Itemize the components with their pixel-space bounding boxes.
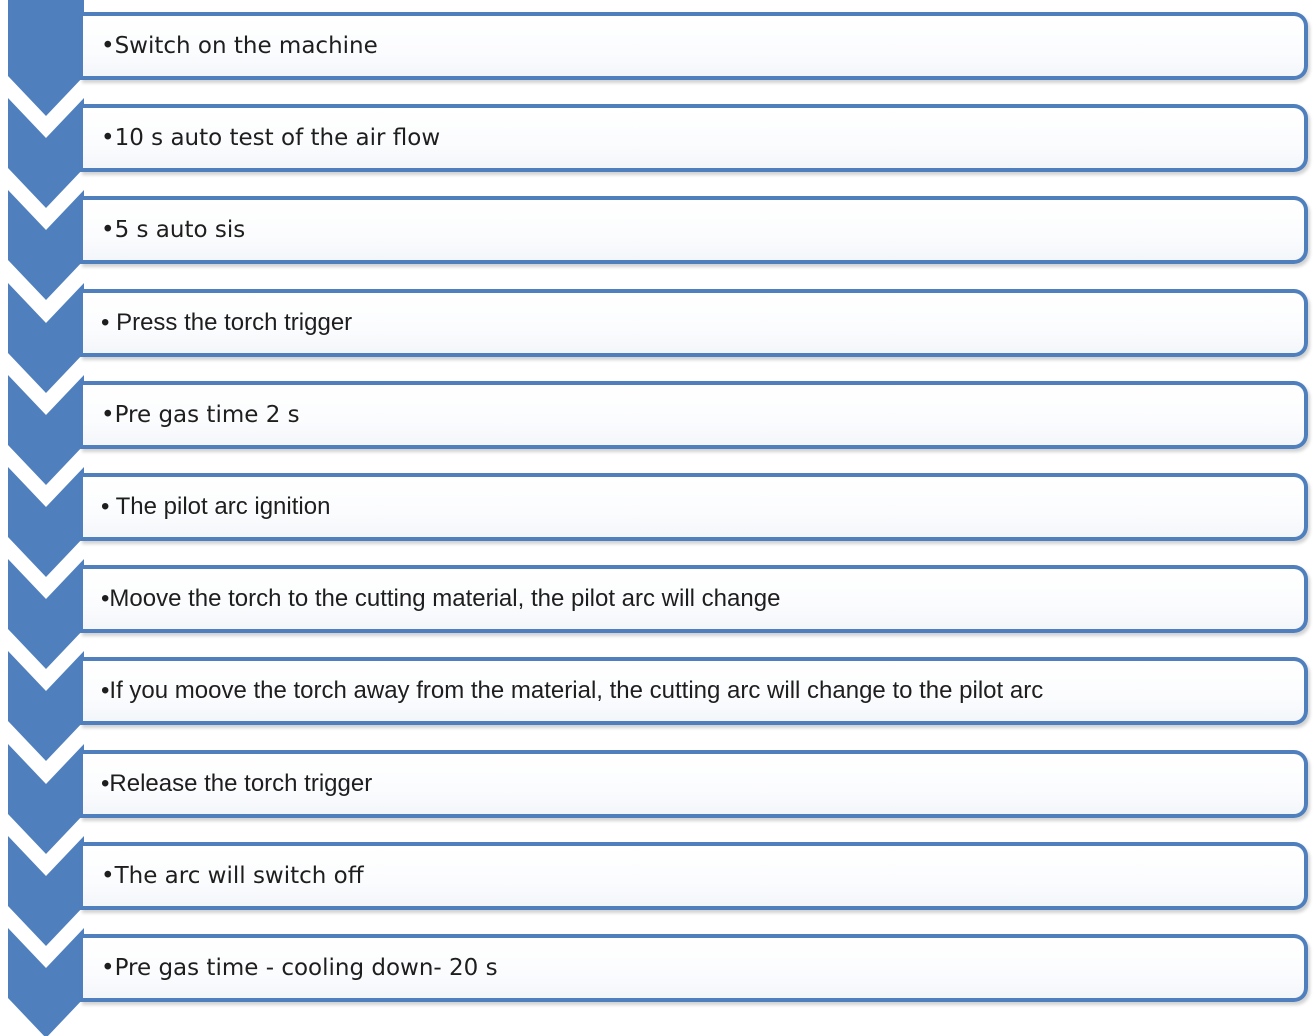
step-box: • The pilot arc ignition [80,473,1308,541]
step-box: •10 s auto test of the air flow [80,104,1308,172]
step-label: •The arc will switch off [101,863,364,889]
step-label: •5 s auto sis [101,217,246,243]
step-box: •Moove the torch to the cutting material… [80,565,1308,633]
step-label: •10 s auto test of the air flow [101,125,441,151]
step-label: •Pre gas time - cooling down- 20 s [101,955,498,981]
step-box: • Press the torch trigger [80,289,1308,357]
step-label: •Release the torch trigger [101,770,373,797]
chevron-arrow-icon [8,0,84,116]
step-box: •The arc will switch off [80,842,1308,910]
step-label: •Switch on the machine [101,33,378,59]
step-label: • The pilot arc ignition [101,493,331,520]
step-box: •Release the torch trigger [80,750,1308,818]
step-box: •5 s auto sis [80,196,1308,264]
step-label: •Pre gas time 2 s [101,402,300,428]
step-label: •Moove the torch to the cutting material… [101,585,781,612]
step-box: •Pre gas time 2 s [80,381,1308,449]
process-flow-diagram: •Switch on the machine •10 s auto test of… [0,0,1316,1036]
step-label: •If you moove the torch away from the ma… [101,677,1044,704]
step-box: •Pre gas time - cooling down- 20 s [80,934,1308,1002]
step-box: •Switch on the machine [80,12,1308,80]
step-box: •If you moove the torch away from the ma… [80,657,1308,725]
step-label: • Press the torch trigger [101,309,353,336]
chevron-column [8,0,84,1036]
